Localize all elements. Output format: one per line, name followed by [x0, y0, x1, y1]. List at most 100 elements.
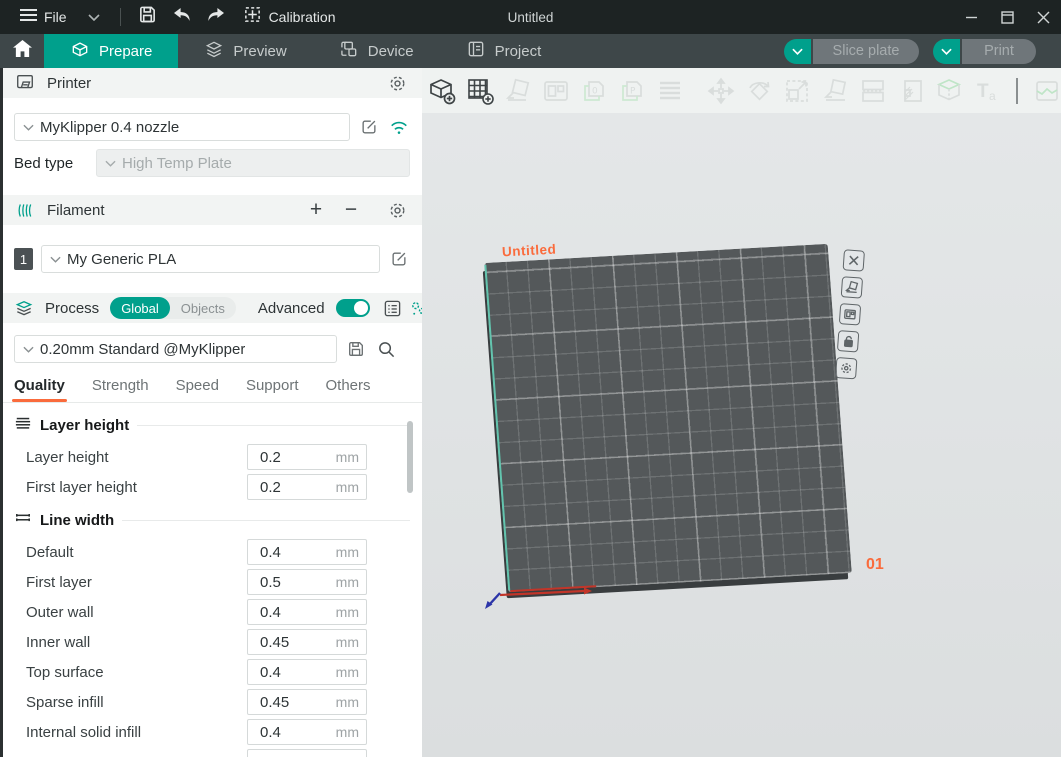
print-dropdown[interactable] [933, 39, 960, 64]
redo-button[interactable] [199, 0, 233, 34]
preset-list-icon[interactable] [383, 297, 402, 319]
inner-wall-line-width-input[interactable]: 0.45 mm [247, 629, 367, 655]
print-button[interactable]: Print [962, 39, 1036, 64]
home-button[interactable] [0, 34, 44, 68]
viewport-toolbar: 0 P [422, 68, 1061, 113]
printer-preset-select[interactable]: MyKlipper 0.4 nozzle [14, 113, 350, 141]
filament-preset-select[interactable]: My Generic PLA [41, 245, 380, 273]
tab-quality[interactable]: Quality [14, 377, 65, 402]
tab-preview[interactable]: Preview [178, 34, 312, 68]
scale-icon [782, 76, 812, 106]
search-icon[interactable] [375, 338, 397, 360]
lock-plate-icon[interactable] [837, 330, 859, 352]
copy-icon: 0 [579, 76, 609, 106]
plate-settings-icon[interactable] [835, 357, 857, 379]
top-surface-line-width-input[interactable]: 0.4 mm [247, 659, 367, 685]
scope-global-button[interactable]: Global [110, 297, 170, 319]
assembly-view-icon [655, 76, 685, 106]
support-line-width-input[interactable]: 0.4 mm [247, 749, 367, 757]
internal-solid-infill-line-width-input[interactable]: 0.4 mm [247, 719, 367, 745]
tab-preview-label: Preview [233, 43, 286, 60]
slice-plate-dropdown[interactable] [784, 39, 811, 64]
setting-row: First layer 0.5 mm [26, 569, 410, 595]
printer-preset-value: MyKlipper 0.4 nozzle [40, 119, 179, 136]
bed-type-select[interactable]: High Temp Plate [96, 149, 410, 177]
connection-wifi-icon[interactable] [388, 116, 410, 138]
device-icon [339, 39, 359, 63]
filament-settings-gear-icon[interactable] [386, 199, 408, 221]
line-width-group-header: Line width [0, 510, 422, 531]
tab-speed[interactable]: Speed [176, 377, 219, 402]
default-line-width-input[interactable]: 0.4 mm [247, 539, 367, 565]
first-layer-line-width-input[interactable]: 0.5 mm [247, 569, 367, 595]
sidebar-scrollbar[interactable] [407, 421, 413, 493]
window-edge [0, 68, 3, 757]
setting-label: Layer height [26, 449, 247, 466]
delete-plate-icon[interactable] [843, 249, 865, 271]
tab-prepare-label: Prepare [99, 43, 152, 60]
save-button[interactable] [131, 0, 165, 34]
setting-unit: mm [336, 479, 366, 495]
setting-label: Inner wall [26, 634, 247, 651]
sidebar: Printer MyKlipper 0.4 nozzle [0, 68, 422, 757]
tab-device[interactable]: Device [313, 34, 440, 68]
setting-row: Default 0.4 mm [26, 539, 410, 565]
scope-objects-button[interactable]: Objects [170, 297, 236, 319]
tab-prepare[interactable]: Prepare [44, 34, 178, 68]
orient-plate-icon[interactable] [841, 276, 863, 298]
setting-value: 0.5 [248, 574, 336, 591]
chevron-down-icon [88, 8, 100, 26]
setting-value: 0.4 [248, 754, 336, 757]
layer-height-input[interactable]: 0.2 mm [247, 444, 367, 470]
add-plate-icon[interactable] [465, 76, 495, 106]
tab-project[interactable]: Project [440, 34, 568, 68]
sparse-infill-line-width-input[interactable]: 0.45 mm [247, 689, 367, 715]
remove-filament-button[interactable]: − [339, 200, 363, 220]
undo-icon [172, 7, 192, 28]
chevron-down-icon [23, 346, 34, 353]
compare-presets-icon[interactable] [409, 297, 422, 319]
close-button[interactable] [1025, 0, 1061, 34]
process-scope-toggle: Global Objects [110, 297, 236, 319]
setting-value: 0.4 [248, 544, 336, 561]
filament-section-header: Filament + − [0, 195, 422, 225]
setting-label: First layer height [26, 479, 247, 496]
maximize-button[interactable] [989, 0, 1025, 34]
first-layer-height-input[interactable]: 0.2 mm [247, 474, 367, 500]
process-preset-select[interactable]: 0.20mm Standard @MyKlipper [14, 335, 337, 363]
setting-row: Inner wall 0.45 mm [26, 629, 410, 655]
edit-filament-icon[interactable] [388, 248, 410, 270]
chevron-down-icon [105, 160, 116, 167]
add-filament-button[interactable]: + [304, 200, 328, 220]
save-preset-icon[interactable] [345, 338, 367, 360]
home-icon [13, 40, 32, 63]
outer-wall-line-width-input[interactable]: 0.4 mm [247, 599, 367, 625]
printer-icon [14, 72, 36, 94]
scene-3d[interactable]: Untitled 01 [422, 113, 1061, 757]
mesh-boolean-icon [1032, 76, 1061, 106]
minimize-button[interactable] [953, 0, 989, 34]
project-icon [466, 39, 486, 63]
edit-printer-icon[interactable] [358, 116, 380, 138]
filament-slot-badge: 1 [14, 248, 33, 270]
add-object-icon[interactable] [427, 76, 457, 106]
svg-text:0: 0 [592, 86, 598, 96]
undo-button[interactable] [165, 0, 199, 34]
file-menu-button[interactable]: File [10, 0, 110, 34]
tab-strength[interactable]: Strength [92, 377, 149, 402]
printer-settings-gear-icon[interactable] [386, 72, 408, 94]
svg-text:P: P [630, 86, 636, 96]
setting-row: Layer height 0.2 mm [26, 444, 410, 470]
advanced-toggle[interactable] [336, 299, 370, 317]
tab-others[interactable]: Others [326, 377, 371, 402]
arrange-plate-icon[interactable] [839, 303, 861, 325]
paste-icon: P [617, 76, 647, 106]
line-width-icon [14, 510, 32, 531]
setting-value: 0.4 [248, 724, 336, 741]
calibration-button[interactable]: Calibration [233, 0, 346, 34]
slice-plate-button[interactable]: Slice plate [813, 39, 919, 64]
build-plate[interactable] [484, 244, 852, 592]
setting-unit: mm [336, 604, 366, 620]
tab-support[interactable]: Support [246, 377, 299, 402]
tab-device-label: Device [368, 43, 414, 60]
